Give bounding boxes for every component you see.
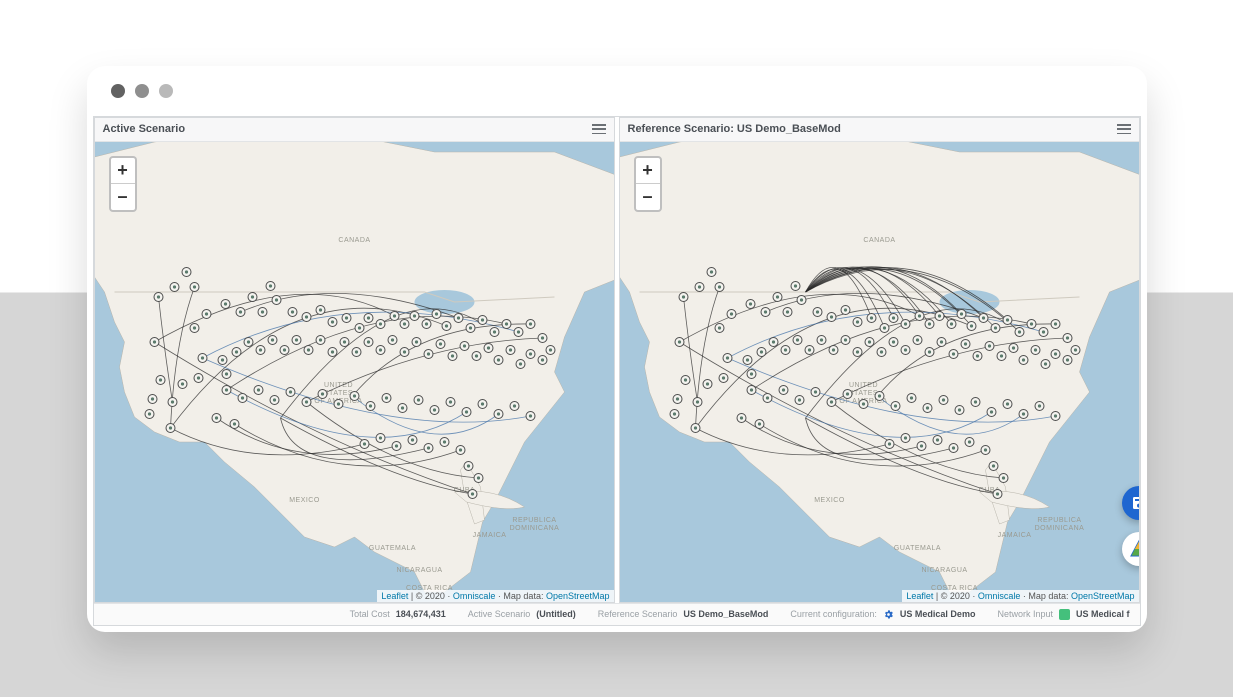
panel-header-active: Active Scenario (95, 118, 614, 142)
map-attribution: Leaflet | © 2020 · Omniscale · Map data:… (377, 590, 613, 602)
svg-text:CANADA: CANADA (863, 237, 895, 244)
logo-icon (1129, 539, 1139, 559)
map-viewport-active[interactable]: UNITEDSTATESOF AMERICACANADAMEXICOCUBAJA… (95, 142, 614, 602)
svg-text:UNITED: UNITED (323, 382, 352, 389)
panel-header-reference: Reference Scenario: US Demo_BaseMod (620, 118, 1139, 142)
status-reference-label: Reference Scenario (598, 609, 678, 619)
status-active-value: (Untitled) (536, 609, 576, 619)
svg-text:GUATEMALA: GUATEMALA (368, 545, 415, 552)
panel-title-reference: Reference Scenario: US Demo_BaseMod (628, 123, 841, 135)
app-content: Active Scenario UNITEDSTATESOF AMERICACA… (93, 116, 1141, 626)
status-active-label: Active Scenario (468, 609, 531, 619)
zoom-controls-active: + – (109, 156, 137, 212)
panel-menu-icon[interactable] (1117, 124, 1131, 134)
leaflet-link[interactable]: Leaflet (381, 591, 408, 601)
traffic-dot-minimize-icon[interactable] (135, 84, 149, 98)
zoom-out-button[interactable]: – (111, 184, 135, 210)
map-attribution: Leaflet | © 2020 · Omniscale · Map data:… (902, 590, 1138, 602)
map-panel-reference: Reference Scenario: US Demo_BaseMod UNIT… (619, 117, 1140, 603)
svg-text:CANADA: CANADA (338, 237, 370, 244)
svg-text:REPUBLICA: REPUBLICA (512, 517, 556, 524)
osm-link[interactable]: OpenStreetMap (546, 591, 610, 601)
svg-text:REPUBLICA: REPUBLICA (1037, 517, 1081, 524)
save-button[interactable] (1122, 486, 1139, 520)
status-network-input: Network Input US Medical f (997, 609, 1129, 620)
osm-link[interactable]: OpenStreetMap (1071, 591, 1135, 601)
status-network-value[interactable]: US Medical f (1076, 609, 1130, 619)
map-viewport-reference[interactable]: UNITEDSTATESOF AMERICACANADAMEXICOCUBAJA… (620, 142, 1139, 602)
omniscale-link[interactable]: Omniscale (453, 591, 496, 601)
sheet-icon (1059, 609, 1070, 620)
svg-text:NICARAGUA: NICARAGUA (396, 567, 442, 574)
status-config-label: Current configuration: (790, 609, 877, 619)
gear-icon (883, 609, 894, 620)
svg-text:JAMAICA: JAMAICA (472, 532, 506, 539)
maps-row: Active Scenario UNITEDSTATESOF AMERICACA… (94, 117, 1140, 603)
status-bar: Total Cost 184,674,431 Active Scenario (… (94, 603, 1140, 625)
app-logo-button[interactable] (1122, 532, 1139, 566)
zoom-in-button[interactable]: + (636, 158, 660, 184)
attr-mid: · Map data: (495, 591, 546, 601)
attr-sep: | (933, 591, 940, 601)
leaflet-link[interactable]: Leaflet (906, 591, 933, 601)
zoom-out-button[interactable]: – (636, 184, 660, 210)
status-active-scenario: Active Scenario (Untitled) (468, 609, 576, 619)
browser-frame: Active Scenario UNITEDSTATESOF AMERICACA… (87, 66, 1147, 632)
svg-text:DOMINICANA: DOMINICANA (1034, 525, 1084, 532)
browser-header (87, 66, 1147, 116)
omniscale-link[interactable]: Omniscale (978, 591, 1021, 601)
attr-sep: | (408, 591, 415, 601)
svg-text:MEXICO: MEXICO (289, 497, 320, 504)
status-reference-scenario: Reference Scenario US Demo_BaseMod (598, 609, 769, 619)
zoom-in-button[interactable]: + (111, 158, 135, 184)
svg-text:MEXICO: MEXICO (814, 497, 845, 504)
traffic-dot-maximize-icon[interactable] (159, 84, 173, 98)
status-reference-value: US Demo_BaseMod (683, 609, 768, 619)
svg-text:DOMINICANA: DOMINICANA (509, 525, 559, 532)
status-total-cost-label: Total Cost (350, 609, 390, 619)
traffic-dot-close-icon[interactable] (111, 84, 125, 98)
status-total-cost-value: 184,674,431 (396, 609, 446, 619)
attr-mid: · Map data: (1020, 591, 1071, 601)
map-svg-right: UNITEDSTATESOF AMERICACANADAMEXICOCUBAJA… (620, 142, 1139, 602)
attr-copyright: © 2020 · (941, 591, 978, 601)
svg-text:NICARAGUA: NICARAGUA (921, 567, 967, 574)
panel-menu-icon[interactable] (592, 124, 606, 134)
save-icon (1131, 495, 1139, 511)
status-config: Current configuration: US Medical Demo (790, 609, 975, 620)
svg-text:UNITED: UNITED (848, 382, 877, 389)
status-network-label: Network Input (997, 609, 1053, 619)
floating-buttons (1122, 486, 1139, 566)
attr-copyright: © 2020 · (416, 591, 453, 601)
status-config-value[interactable]: US Medical Demo (900, 609, 976, 619)
map-svg-left: UNITEDSTATESOF AMERICACANADAMEXICOCUBAJA… (95, 142, 614, 602)
zoom-controls-reference: + – (634, 156, 662, 212)
svg-text:GUATEMALA: GUATEMALA (893, 545, 940, 552)
panel-title-active: Active Scenario (103, 123, 186, 135)
svg-text:JAMAICA: JAMAICA (997, 532, 1031, 539)
status-total-cost: Total Cost 184,674,431 (350, 609, 446, 619)
map-panel-active: Active Scenario UNITEDSTATESOF AMERICACA… (94, 117, 615, 603)
